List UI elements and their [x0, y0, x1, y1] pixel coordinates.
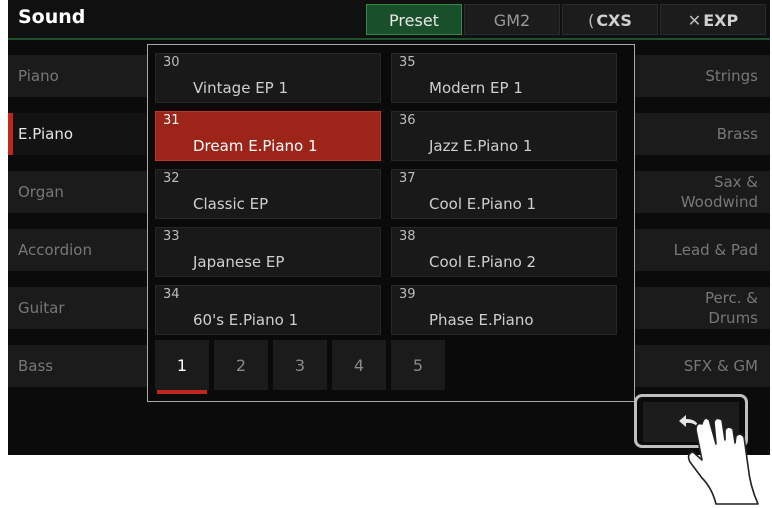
- tab-cxs[interactable]: (CXS: [562, 4, 658, 35]
- voice-name: Japanese EP: [193, 253, 285, 271]
- page-button-1[interactable]: 1: [155, 340, 209, 394]
- sound-screen: Sound Preset GM2 (CXS ✕ EXP Piano E.Piano…: [8, 0, 770, 455]
- page-title: Sound: [18, 6, 86, 28]
- voice-name: 60's E.Piano 1: [193, 311, 299, 329]
- page-button-3[interactable]: 3: [273, 340, 327, 390]
- category-perc-drums[interactable]: Perc. & Drums: [622, 287, 770, 329]
- page-label: 5: [412, 355, 424, 375]
- voice-name: Cool E.Piano 2: [429, 253, 537, 271]
- category-label: Accordion: [18, 241, 92, 259]
- tab-exp[interactable]: ✕ EXP: [660, 4, 766, 35]
- category-label: Brass: [716, 125, 758, 143]
- page-button-5[interactable]: 5: [391, 340, 445, 390]
- voice-item[interactable]: 34 60's E.Piano 1: [155, 285, 381, 335]
- exp-logo-icon: ✕: [687, 11, 702, 30]
- category-organ[interactable]: Organ: [8, 171, 148, 213]
- voice-item[interactable]: 39 Phase E.Piano: [391, 285, 617, 335]
- voice-number: 36: [399, 113, 416, 128]
- voice-number: 37: [399, 171, 416, 186]
- category-lead-pad[interactable]: Lead & Pad: [622, 229, 770, 271]
- category-label: Piano: [18, 67, 59, 85]
- category-brass[interactable]: Brass: [622, 113, 770, 155]
- voice-number: 35: [399, 55, 416, 70]
- voice-item[interactable]: 36 Jazz E.Piano 1: [391, 111, 617, 161]
- tab-preset[interactable]: Preset: [366, 4, 462, 35]
- tab-gm2[interactable]: GM2: [464, 4, 560, 35]
- voice-list-popup: 30 Vintage EP 1 31 Dream E.Piano 1 32 Class…: [147, 44, 635, 402]
- page-button-4[interactable]: 4: [332, 340, 386, 390]
- voice-number: 32: [163, 171, 180, 186]
- category-bass[interactable]: Bass: [8, 345, 148, 387]
- voice-name: Dream E.Piano 1: [193, 137, 318, 155]
- voice-number: 33: [163, 229, 180, 244]
- category-label: Organ: [18, 183, 64, 201]
- page-label: 4: [353, 355, 365, 375]
- voice-item[interactable]: 30 Vintage EP 1: [155, 53, 381, 103]
- voice-item[interactable]: 35 Modern EP 1: [391, 53, 617, 103]
- top-bar: Sound Preset GM2 (CXS ✕ EXP: [8, 0, 770, 40]
- category-sfx-gm[interactable]: SFX & GM: [622, 345, 770, 387]
- voice-number: 31: [163, 113, 180, 128]
- pointing-hand-icon: [687, 416, 759, 505]
- voice-item[interactable]: 37 Cool E.Piano 1: [391, 169, 617, 219]
- voice-number: 39: [399, 287, 416, 302]
- voice-name: Vintage EP 1: [193, 79, 289, 97]
- tab-cxs-label: CXS: [596, 11, 632, 30]
- category-label: Guitar: [18, 299, 65, 317]
- cxs-logo-icon: (: [588, 11, 595, 30]
- category-label: Sax & Woodwind: [680, 173, 758, 211]
- page-button-2[interactable]: 2: [214, 340, 268, 390]
- category-accordion[interactable]: Accordion: [8, 229, 148, 271]
- voice-item-selected[interactable]: 31 Dream E.Piano 1: [155, 111, 381, 161]
- tab-gm2-label: GM2: [493, 11, 531, 30]
- voice-item[interactable]: 33 Japanese EP: [155, 227, 381, 277]
- category-sax-woodwind[interactable]: Sax & Woodwind: [622, 171, 770, 213]
- voice-number: 34: [163, 287, 180, 302]
- category-label: Bass: [18, 357, 54, 375]
- voice-name: Phase E.Piano: [429, 311, 534, 329]
- voice-number: 38: [399, 229, 416, 244]
- page-label: 3: [294, 355, 306, 375]
- category-label: SFX & GM: [683, 357, 758, 375]
- category-e-piano[interactable]: E.Piano: [8, 113, 148, 155]
- voice-name: Cool E.Piano 1: [429, 195, 537, 213]
- voice-number: 30: [163, 55, 180, 70]
- category-label: E.Piano: [18, 125, 74, 143]
- tab-preset-label: Preset: [389, 11, 439, 30]
- voice-item[interactable]: 32 Classic EP: [155, 169, 381, 219]
- tab-exp-label: EXP: [703, 11, 739, 30]
- voice-name: Classic EP: [193, 195, 269, 213]
- page-label: 1: [176, 355, 188, 375]
- category-label: Strings: [705, 67, 758, 85]
- voice-name: Jazz E.Piano 1: [429, 137, 533, 155]
- voice-item[interactable]: 38 Cool E.Piano 2: [391, 227, 617, 277]
- category-label: Perc. & Drums: [704, 289, 758, 327]
- category-strings[interactable]: Strings: [622, 55, 770, 97]
- selected-indicator: [8, 113, 13, 155]
- voice-name: Modern EP 1: [429, 79, 523, 97]
- page-label: 2: [235, 355, 247, 375]
- category-piano[interactable]: Piano: [8, 55, 148, 97]
- category-guitar[interactable]: Guitar: [8, 287, 148, 329]
- category-label: Lead & Pad: [673, 241, 758, 259]
